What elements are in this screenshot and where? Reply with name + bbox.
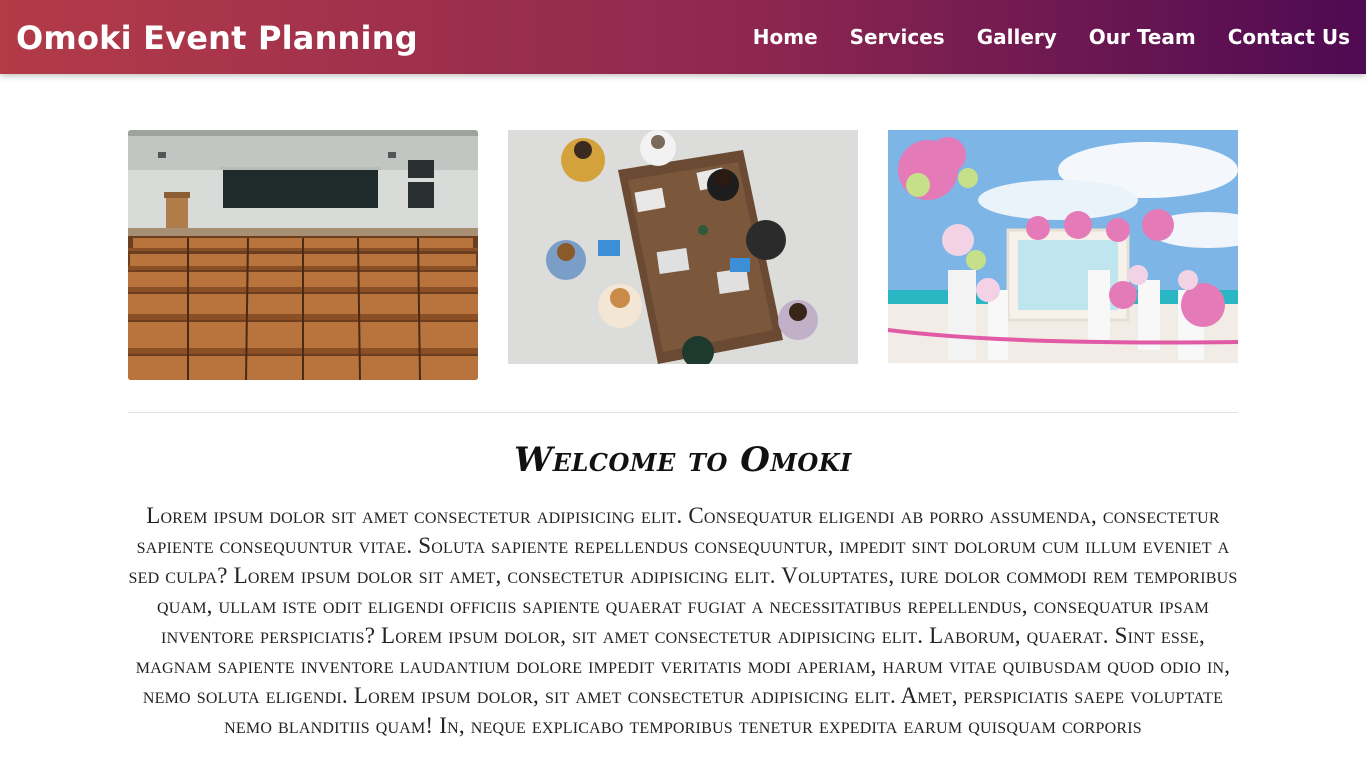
brand-title[interactable]: Omoki Event Planning bbox=[16, 20, 418, 54]
nav-link-home[interactable]: Home bbox=[753, 27, 818, 47]
beach-wedding-photo bbox=[888, 130, 1238, 363]
nav-link-contact-us[interactable]: Contact Us bbox=[1228, 27, 1350, 47]
welcome-text: Lorem ipsum dolor sit amet consectetur a… bbox=[128, 503, 1238, 738]
nav-link-our-team[interactable]: Our Team bbox=[1089, 27, 1196, 47]
navbar: Omoki Event Planning Home Services Galle… bbox=[0, 0, 1366, 74]
welcome-title: Welcome to Omoki bbox=[514, 440, 852, 480]
lecture-hall-photo bbox=[128, 130, 478, 380]
team-meeting-photo bbox=[508, 130, 858, 364]
photo-gallery bbox=[128, 130, 1238, 380]
nav-link-gallery[interactable]: Gallery bbox=[977, 27, 1057, 47]
nav-links: Home Services Gallery Our Team Contact U… bbox=[721, 27, 1350, 47]
nav-link-services[interactable]: Services bbox=[850, 27, 945, 47]
section-divider bbox=[128, 412, 1238, 413]
